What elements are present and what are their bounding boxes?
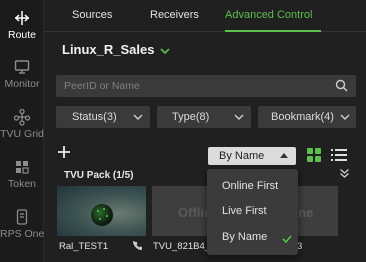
sidebar-item-label: RPS One xyxy=(0,228,45,240)
menu-item-online-first[interactable]: Online First xyxy=(222,180,278,192)
add-icon[interactable] xyxy=(57,145,71,159)
type-filter-dropdown[interactable]: Type(8) xyxy=(157,106,251,128)
page-title: Linux_R_Sales xyxy=(62,42,155,57)
sidebar-item-monitor[interactable]: Monitor xyxy=(0,58,44,90)
sidebar-item-token[interactable]: Token xyxy=(0,158,44,190)
sidebar-item-tvu-grid[interactable]: TVU Grid xyxy=(0,108,44,140)
monitor-icon xyxy=(14,60,30,74)
chevron-down-icon xyxy=(160,47,170,54)
status-filter-dropdown[interactable]: Status(3) xyxy=(56,106,150,128)
thumbnail-dot xyxy=(99,218,101,220)
device-name: Ral_TEST1 xyxy=(59,241,109,252)
phone-icon[interactable] xyxy=(133,241,143,251)
active-tab-indicator xyxy=(225,30,321,32)
tab-sources[interactable]: Sources xyxy=(72,9,112,21)
bookmark-filter-dropdown[interactable]: Bookmark(4) xyxy=(258,106,356,128)
type-filter-label: Type(8) xyxy=(172,111,210,123)
sort-selected-label: By Name xyxy=(219,150,265,162)
thumbnail-dot xyxy=(106,215,108,217)
double-chevron-down-icon[interactable] xyxy=(339,168,350,179)
tab-receivers[interactable]: Receivers xyxy=(150,9,199,21)
sidebar-item-label: Route xyxy=(7,29,37,41)
sidebar-item-label: Token xyxy=(7,178,37,190)
menu-item-by-name[interactable]: By Name xyxy=(222,231,267,243)
pack-group-label: TVU Pack (1/5) xyxy=(64,170,134,181)
device-thumbnail[interactable] xyxy=(57,186,146,236)
chevron-down-icon xyxy=(133,114,143,120)
sidebar-item-label: Monitor xyxy=(4,78,40,90)
sidebar-item-label: TVU Grid xyxy=(0,128,44,140)
device-name: TVU_821B4_2 xyxy=(153,241,216,252)
caret-up-icon xyxy=(280,153,288,158)
search-input[interactable] xyxy=(56,75,326,97)
token-icon xyxy=(16,161,29,174)
check-icon xyxy=(282,235,292,244)
sidebar-item-route[interactable]: Route xyxy=(0,9,44,41)
bookmark-filter-label: Bookmark(4) xyxy=(271,111,334,123)
rps-icon xyxy=(16,209,28,225)
thumbnail-sphere xyxy=(91,204,113,226)
chevron-down-icon xyxy=(340,114,350,120)
tab-advanced-control[interactable]: Advanced Control xyxy=(225,9,312,21)
route-icon xyxy=(14,11,30,25)
menu-item-live-first[interactable]: Live First xyxy=(222,205,267,217)
sidebar-item-rps-one[interactable]: RPS One xyxy=(0,208,44,240)
tab-bar: Sources Receivers Advanced Control xyxy=(44,0,366,32)
chevron-down-icon xyxy=(234,114,244,120)
receiver-selector[interactable]: Linux_R_Sales xyxy=(62,42,170,57)
status-filter-label: Status(3) xyxy=(72,111,117,123)
sort-dropdown[interactable]: By Name xyxy=(208,147,296,165)
list-view-icon[interactable] xyxy=(331,148,347,162)
grid-network-icon xyxy=(13,108,31,126)
thumbnail-dot xyxy=(97,210,99,212)
grid-view-icon[interactable] xyxy=(307,148,321,162)
search-box xyxy=(56,75,356,97)
sidebar: Route Monitor TVU Grid Token RPS One xyxy=(0,0,44,262)
thumbnail-dot xyxy=(103,208,105,210)
search-icon[interactable] xyxy=(335,79,348,92)
